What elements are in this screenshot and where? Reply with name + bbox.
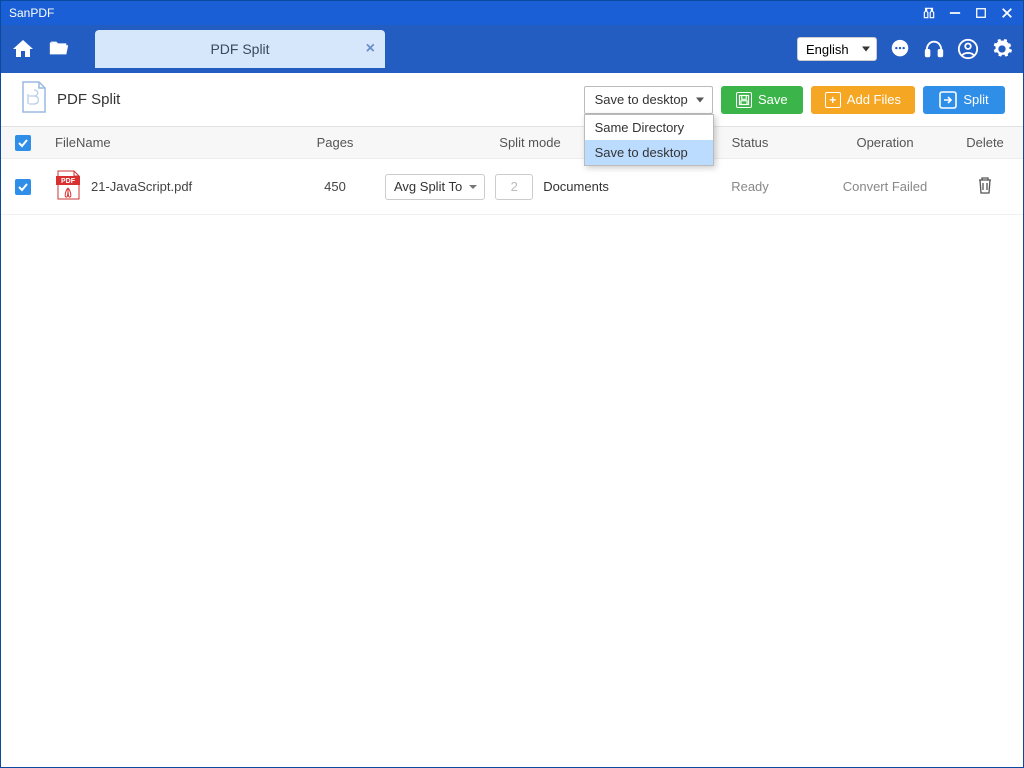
dropdown-item-same-directory[interactable]: Same Directory [585, 115, 713, 140]
window-title: SanPDF [9, 6, 921, 20]
chat-icon[interactable] [889, 38, 911, 60]
language-select[interactable]: English [797, 37, 877, 61]
toolbar-left: PDF Split [19, 80, 120, 119]
pdf-file-icon: PDF [55, 170, 81, 203]
minimize-button[interactable] [947, 5, 963, 21]
split-unit-label: Documents [543, 179, 609, 194]
home-icon[interactable] [11, 37, 35, 61]
toolbar-right: Save to desktop Same Directory Save to d… [584, 86, 1005, 114]
trash-icon[interactable] [977, 176, 993, 194]
header-operation: Operation [815, 135, 955, 150]
table-header: FileName Pages Split mode Status Operati… [1, 127, 1023, 159]
header-check-col [1, 135, 45, 151]
split-arrow-icon [939, 91, 957, 109]
row-pages: 450 [295, 179, 375, 194]
tab-close-icon[interactable]: × [366, 40, 375, 58]
row-filename-cell: PDF 21-JavaScript.pdf [45, 170, 295, 203]
save-location-menu: Same Directory Save to desktop [584, 114, 714, 166]
split-mode-value: Avg Split To [394, 179, 462, 194]
add-files-label: Add Files [847, 92, 901, 107]
tab-pdf-split[interactable]: PDF Split × [95, 30, 385, 68]
header-left: PDF Split × [11, 30, 385, 68]
split-button[interactable]: Split [923, 86, 1005, 114]
save-location-wrapper: Save to desktop Same Directory Save to d… [584, 86, 713, 114]
header-delete: Delete [955, 135, 1015, 150]
row-checkbox[interactable] [15, 179, 31, 195]
row-status: Ready [685, 179, 815, 194]
row-mode-cell: Avg Split To Documents [375, 174, 685, 200]
header-right: English [797, 37, 1013, 61]
pdf-split-icon [19, 80, 47, 119]
svg-text:PDF: PDF [61, 178, 76, 185]
titlebar: SanPDF [1, 1, 1023, 25]
window-controls [921, 5, 1015, 21]
tab-label: PDF Split [210, 41, 269, 57]
select-all-checkbox[interactable] [15, 135, 31, 151]
row-delete-cell [955, 176, 1015, 197]
header-filename: FileName [45, 135, 295, 150]
table-row: PDF 21-JavaScript.pdf 450 Avg Split To D… [1, 159, 1023, 215]
split-count-input[interactable] [495, 174, 533, 200]
page-title: PDF Split [57, 91, 120, 108]
header-pages: Pages [295, 135, 375, 150]
save-icon [736, 92, 752, 108]
add-files-button[interactable]: + Add Files [811, 86, 915, 114]
open-folder-icon[interactable] [47, 37, 71, 61]
row-operation: Convert Failed [815, 179, 955, 194]
split-mode-select[interactable]: Avg Split To [385, 174, 485, 200]
row-check-col [1, 179, 45, 195]
save-location-dropdown[interactable]: Save to desktop [584, 86, 713, 114]
maximize-button[interactable] [973, 5, 989, 21]
user-icon[interactable] [957, 38, 979, 60]
close-button[interactable] [999, 5, 1015, 21]
save-button[interactable]: Save [721, 86, 803, 114]
gear-icon[interactable] [991, 38, 1013, 60]
save-label: Save [758, 92, 788, 107]
save-location-value: Save to desktop [595, 92, 688, 107]
split-label: Split [963, 92, 988, 107]
row-filename: 21-JavaScript.pdf [91, 179, 192, 194]
toolbar: PDF Split Save to desktop Same Directory… [1, 73, 1023, 127]
theme-icon[interactable] [921, 5, 937, 21]
language-value: English [806, 42, 849, 57]
headphones-icon[interactable] [923, 38, 945, 60]
header-bar: PDF Split × English [1, 25, 1023, 73]
dropdown-item-save-to-desktop[interactable]: Save to desktop [585, 140, 713, 165]
plus-icon: + [825, 92, 841, 108]
